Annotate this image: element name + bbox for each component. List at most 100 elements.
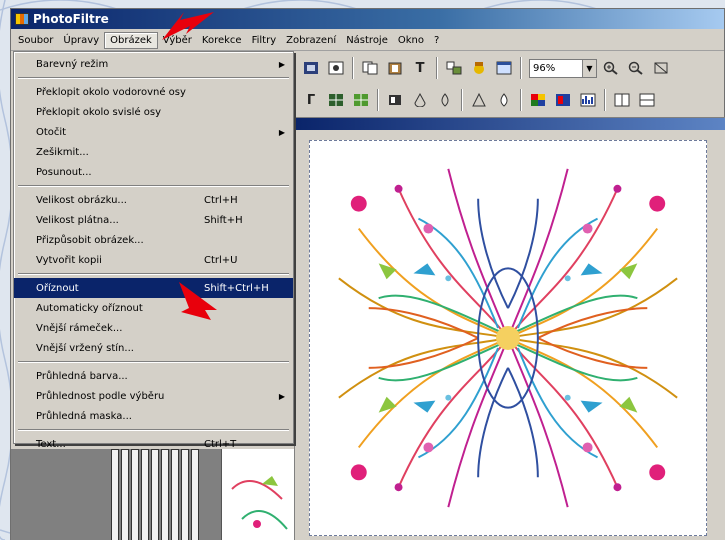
menu-obrazek[interactable]: Obrázek [104,31,158,49]
chevron-down-icon[interactable]: ▼ [582,59,596,77]
menu-shortcut: Ctrl+U [204,254,238,266]
menu-item-barevny-rezim[interactable]: Barevný režim ▶ [14,54,293,74]
menu-item-zesikmit[interactable]: Zešikmit... [14,142,293,162]
menu-item-pruhledna-maska[interactable]: Průhledná maska... [14,406,293,426]
submenu-arrow-icon: ▶ [278,127,285,137]
red-arrow-icon [162,12,214,40]
kaleidoscope-image [310,141,706,535]
menu-soubor[interactable]: Soubor [13,33,58,48]
menu-item-velikost-obrazku[interactable]: Velikost obrázku... Ctrl+H [14,190,293,210]
app-window: PhotoFiltre Soubor Úpravy Obrázek Výběr … [10,8,725,540]
menu-shortcut: Ctrl+H [204,194,238,206]
levels-icon[interactable] [384,89,406,111]
image-icon[interactable] [300,57,322,79]
menu-item-label: Velikost obrázku... [36,194,127,206]
menu-item-label: Vnější vržený stín... [36,342,134,354]
title-bar[interactable]: PhotoFiltre [11,9,724,29]
menu-item-label: Posunout... [36,166,92,178]
menu-item-auto-oriznout[interactable]: Automaticky oříznout [14,298,293,318]
menu-item-pruhlednost-vyberu[interactable]: Průhlednost podle výběru ▶ [14,386,293,406]
menu-item-posunout[interactable]: Posunout... [14,162,293,182]
zoom-select[interactable]: 96% ▼ [529,58,597,78]
toolbar-separator [520,89,522,111]
obrazek-dropdown-menu: Barevný režim ▶ Překlopit okolo vodorovn… [13,51,294,450]
menu-filtry[interactable]: Filtry [247,33,282,48]
document-title-bar[interactable] [295,118,725,130]
menu-item-otocit[interactable]: Otočit ▶ [14,122,293,142]
panel-icon[interactable] [611,89,633,111]
drop-icon[interactable] [409,89,431,111]
thumbnail-window[interactable] [221,449,294,540]
image-canvas[interactable] [309,140,707,536]
paste-icon[interactable] [384,57,406,79]
drop-outline-icon[interactable] [434,89,456,111]
menu-nastroje[interactable]: Nástroje [341,33,393,48]
submenu-arrow-icon: ▶ [278,59,285,69]
menu-item-label: Automaticky oříznout [36,302,143,314]
menu-shortcut: Shift+H [204,214,243,226]
menu-item-vytvorit-kopii[interactable]: Vytvořit kopii Ctrl+U [14,250,293,270]
menu-separator [14,270,293,278]
menu-upravy[interactable]: Úpravy [58,33,104,48]
window-icon[interactable] [493,57,515,79]
strip-frame [191,449,199,540]
zoom-in-icon[interactable] [600,57,622,79]
grid-icon[interactable] [325,89,347,111]
grid-green-icon[interactable] [350,89,372,111]
menu-shortcut: Ctrl+T [204,438,237,450]
toolbar-separator [377,89,379,111]
strip-frame [121,449,129,540]
zoom-value: 96% [533,62,556,74]
strip-frame [141,449,149,540]
palette-icon[interactable] [527,89,549,111]
copy-icon[interactable] [359,57,381,79]
menu-item-label: Velikost plátna... [36,214,119,226]
document-window [294,117,725,540]
menu-item-label: Průhledná maska... [36,410,132,422]
rgb-icon[interactable] [552,89,574,111]
menu-separator [14,426,293,434]
menu-item-label: Překlopit okolo vodorovné osy [36,86,186,98]
strip-frame [161,449,169,540]
menu-item-preklopit-vodorovne[interactable]: Překlopit okolo vodorovné osy [14,82,293,102]
hand-icon[interactable] [468,57,490,79]
menu-item-label: Vnější rámeček... [36,322,123,334]
menu-item-oriznout[interactable]: Oříznout Shift+Ctrl+H [14,278,293,298]
menu-separator [14,74,293,82]
triangle-icon[interactable] [468,89,490,111]
menu-item-label: Zešikmit... [36,146,89,158]
menu-item-velikost-platna[interactable]: Velikost plátna... Shift+H [14,210,293,230]
zoom-out-icon[interactable] [625,57,647,79]
red-arrow-icon [179,282,217,320]
menu-item-prizpusobit[interactable]: Přizpůsobit obrázek... [14,230,293,250]
layers-icon[interactable] [325,57,347,79]
strip-frame [151,449,159,540]
menu-zobrazeni[interactable]: Zobrazení [281,33,341,48]
toolbar-separator [461,89,463,111]
menu-item-vnejsi-stin[interactable]: Vnější vržený stín... [14,338,293,358]
app-icon [15,13,29,25]
toolbar-separator [352,57,354,79]
menu-item-label: Otočit [36,126,67,138]
menu-item-vnejsi-ramecek[interactable]: Vnější rámeček... [14,318,293,338]
menu-item-label: Průhlednost podle výběru [36,390,165,402]
menu-okno[interactable]: Okno [393,33,429,48]
fit-icon[interactable] [650,57,672,79]
main-toolbar: T 96% ▼ [294,53,725,83]
panel-b-icon[interactable] [636,89,658,111]
menu-help[interactable]: ? [429,33,444,48]
menu-item-pruhledna-barva[interactable]: Průhledná barva... [14,366,293,386]
strip-frame [111,449,119,540]
menu-item-preklopit-svisle[interactable]: Překlopit okolo svislé osy [14,102,293,122]
histogram-icon[interactable] [577,89,599,111]
text-icon[interactable]: T [409,57,431,79]
drop-blue-icon[interactable] [493,89,515,111]
clone-icon[interactable] [443,57,465,79]
toolbar-separator [520,57,522,79]
menu-item-label: Přizpůsobit obrázek... [36,234,144,246]
toolbar-separator [604,89,606,111]
submenu-arrow-icon: ▶ [278,391,285,401]
gamma-icon[interactable]: Γ [300,89,322,111]
strip-frame [181,449,189,540]
menu-item-text[interactable]: Text... Ctrl+T [14,434,293,454]
